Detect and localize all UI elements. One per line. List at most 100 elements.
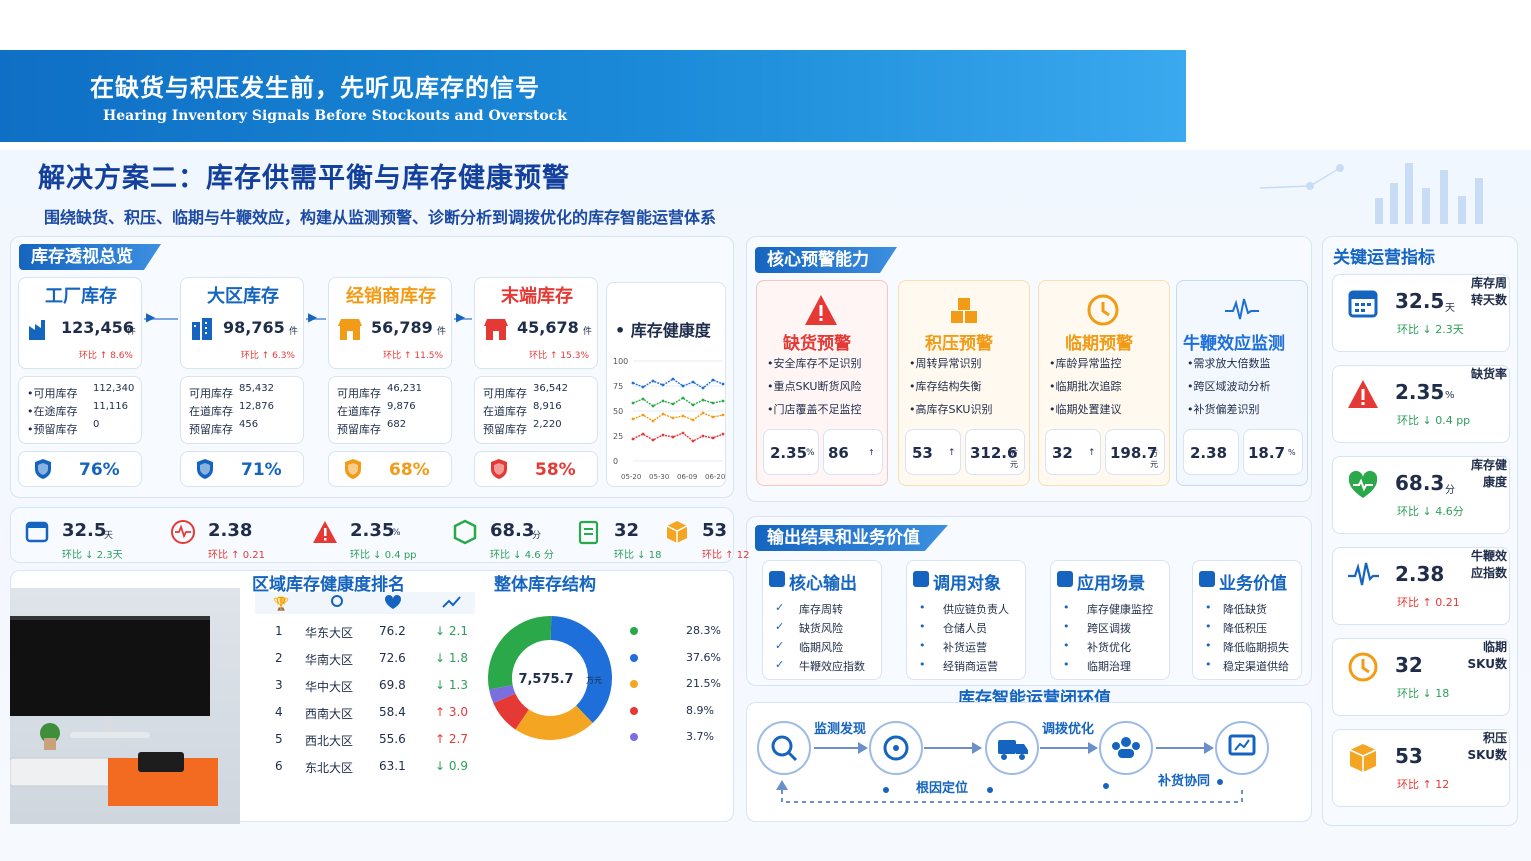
alert-metric-value: 2.38: [1190, 444, 1228, 462]
donut-slice: [550, 616, 612, 723]
kpi-unit: 天: [1445, 303, 1455, 314]
alert-card: 临期预警 •库龄异常监控 •临期批次追踪 •临期处置建议 32 ↑ 198.7 万元: [1038, 280, 1170, 486]
change-cell: ↓ 0.9: [435, 759, 468, 773]
alert-metric-value: 86: [828, 444, 849, 462]
output-mark: •: [1063, 620, 1070, 633]
region-cell: 西北大区: [305, 734, 354, 748]
alert-metric-unit: ↑: [948, 448, 956, 458]
stage-mom: 环比 ↑ 11.5%: [383, 351, 443, 361]
series-point: [651, 438, 655, 442]
stage-unit: 件: [127, 327, 137, 337]
alert-metric: 312.6 万元: [965, 429, 1025, 475]
alerts-tag: 核心预警能力: [755, 247, 897, 273]
alert-item: •库存结构失衡: [909, 380, 982, 393]
legend-dot: [630, 680, 638, 688]
column-icon: [1199, 571, 1215, 587]
stage-name: 经销商库存: [346, 286, 436, 307]
alert-metric: 18.7%: [1243, 429, 1303, 475]
detail-value: 46,231: [387, 383, 422, 394]
detail-label: 可用库存: [189, 387, 233, 400]
metric-mom: 环比 ↓ 0.4 pp: [350, 550, 417, 561]
detail-label: 在道库存: [483, 405, 527, 418]
health-value: 58%: [535, 460, 576, 480]
table-row: 1 华东大区 76.2 ↓ 2.1: [255, 622, 475, 644]
x-tick: 06-09: [677, 473, 697, 481]
kpi-icon: [1347, 378, 1379, 414]
output-mark: •: [1205, 601, 1212, 614]
series-point: [641, 413, 645, 417]
output-column: 业务价值 • 降低缺货 • 降低积压 • 降低临期损失 • 稳定渠道供给: [1192, 560, 1302, 680]
metric-unit: 分: [532, 531, 542, 541]
loop-step-4: 补货协同: [1158, 774, 1211, 789]
alert-icon: [1223, 293, 1259, 333]
series-point: [641, 385, 645, 389]
metric-mom: 环比 ↑ 12: [702, 550, 750, 561]
alert-metric: 86 ↑: [823, 429, 883, 475]
series-point: [671, 402, 675, 406]
alert-metric-value: 18.7: [1248, 444, 1286, 462]
stage-value: 98,765: [223, 318, 285, 337]
kpi-icon: [1347, 651, 1379, 687]
region-cell: 东北大区: [305, 761, 354, 775]
series-point: [671, 377, 675, 381]
series-point: [681, 414, 685, 418]
alert-metric: 2.38: [1183, 429, 1239, 475]
output-item: 库存周转: [799, 603, 843, 616]
health-value: 71%: [241, 460, 282, 480]
series-point: [721, 432, 725, 436]
alert-title: 缺货预警: [783, 334, 851, 354]
detail-label: 在道库存: [337, 405, 381, 418]
output-item: 降低积压: [1223, 622, 1267, 635]
donut-center-unit: 万元: [586, 676, 602, 685]
output-column: 应用场景 • 库存健康监控 • 跨区调拨 • 补货优化 • 临期治理: [1050, 560, 1170, 680]
legend-value: 8.9%: [686, 703, 714, 717]
output-item: 降低缺货: [1223, 603, 1267, 616]
stage-detail: •可用库存 112,340 •在途库存 11,116 •预留库存 0: [18, 376, 142, 444]
detail-label: 可用库存: [483, 387, 527, 400]
alert-metric-value: 32: [1052, 444, 1073, 462]
series-line: [632, 432, 724, 442]
series-point: [651, 379, 655, 383]
output-mark: •: [919, 658, 926, 671]
change-cell: ↓ 2.1: [435, 624, 468, 638]
donut-center-value: 7,575.7: [518, 672, 573, 687]
stage-detail: 可用库存 85,432 在道库存 12,876 预留库存 456: [180, 376, 304, 444]
loop-step-2: 根因定位: [916, 781, 969, 796]
score-cell: 55.6: [379, 732, 406, 746]
legend-dot: [630, 733, 638, 741]
y-tick: 25: [613, 432, 623, 441]
page-subtitle: 围绕缺货、积压、临期与牛鞭效应，构建从监测预警、诊断分析到调拨优化的库存智能运营…: [44, 208, 717, 227]
kpi-unit: %: [1445, 390, 1455, 401]
series-point: [721, 399, 725, 403]
alert-metric-unit: %: [806, 448, 815, 458]
page-title: 解决方案二：库存供需平衡与库存健康预警: [38, 163, 570, 194]
kpi-icon: [1347, 287, 1379, 323]
output-tag: 输出结果和业务价值: [755, 525, 948, 551]
metric-icon: [576, 519, 602, 549]
detail-value: 85,432: [239, 383, 274, 394]
title-banner: 在缺货与积压发生前，先听见库存的信号 Hearing Inventory Sig…: [0, 50, 1186, 142]
series-point: [711, 436, 715, 440]
overview-tag: 库存透视总览: [19, 244, 161, 270]
metric-icon: [664, 519, 690, 549]
svg-text:🏆: 🏆: [273, 596, 289, 612]
alert-metric: 2.35%: [763, 429, 819, 475]
series-point: [691, 380, 695, 384]
x-tick: 05-30: [649, 473, 669, 481]
alert-item: •临期处置建议: [1049, 403, 1122, 416]
output-item: 供应链负责人: [943, 603, 1009, 616]
series-line: [632, 412, 724, 422]
output-item: 补货运营: [943, 641, 987, 654]
series-line: [632, 397, 724, 407]
output-mark: ✓: [775, 601, 785, 614]
series-point: [691, 439, 695, 443]
alert-item: •门店覆盖不足监控: [767, 403, 862, 416]
health-line-chart: 100 75 50 25 005-20 05-30 06-09 06-20: [613, 357, 725, 481]
output-mark: •: [919, 639, 926, 652]
rank-cell: 5: [275, 732, 283, 746]
column-icon: [769, 571, 785, 587]
stage-building-icon: [484, 319, 508, 340]
alert-icon: [1085, 293, 1121, 333]
score-cell: 63.1: [379, 759, 406, 773]
output-mark: ✓: [775, 639, 785, 652]
